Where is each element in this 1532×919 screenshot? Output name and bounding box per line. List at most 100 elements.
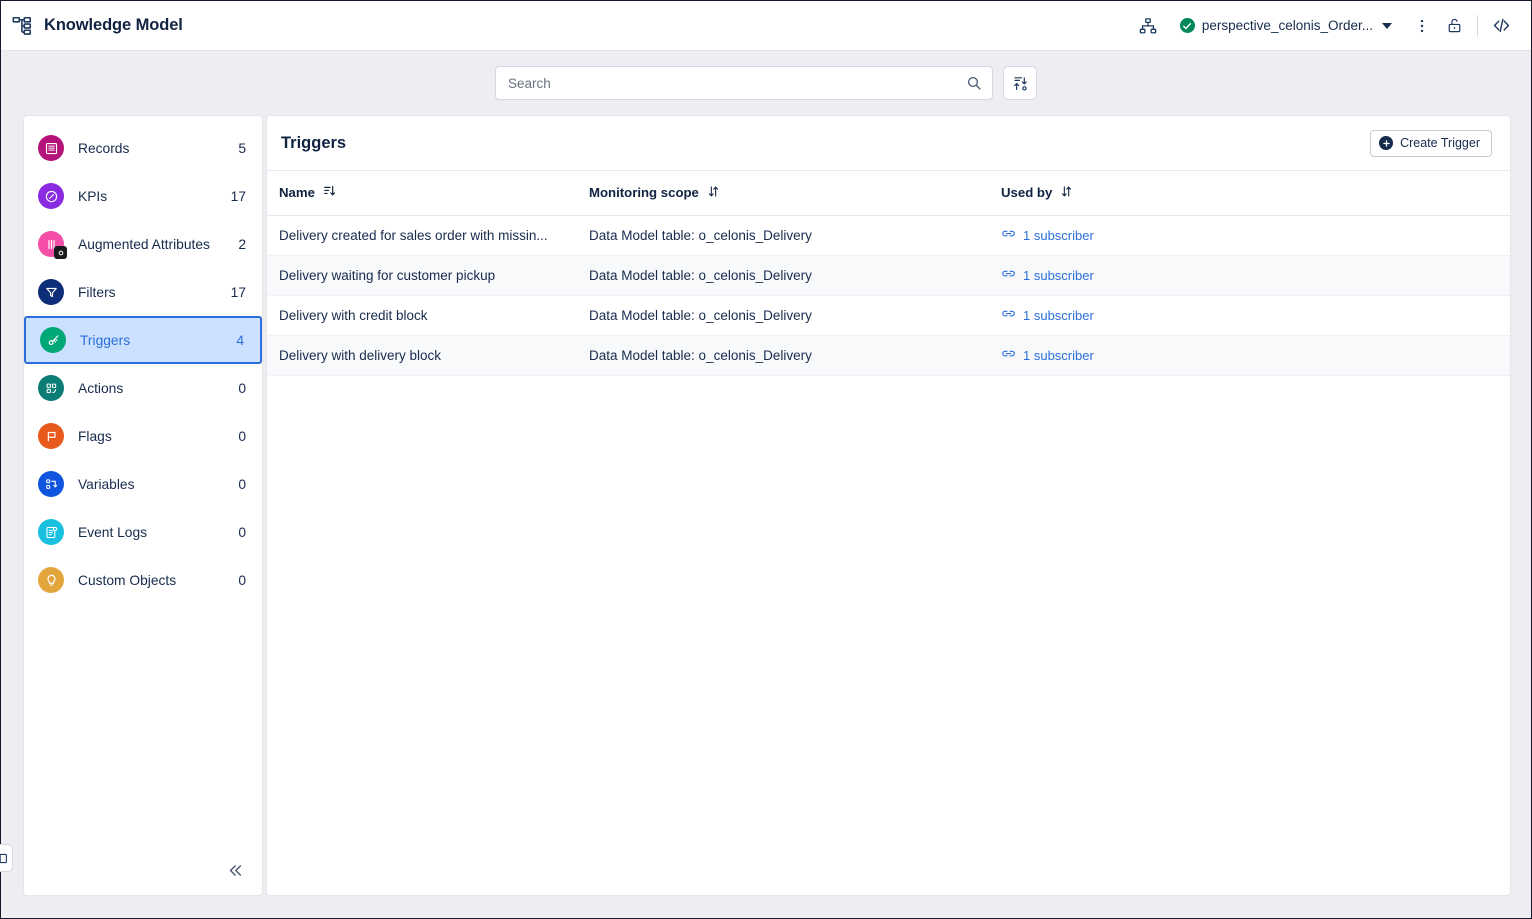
trigger-icon bbox=[40, 327, 66, 353]
link-icon bbox=[1001, 306, 1016, 324]
trigger-name: Delivery waiting for customer pickup bbox=[279, 267, 496, 283]
column-header-name[interactable]: Name bbox=[267, 171, 589, 216]
kpi-icon bbox=[38, 183, 64, 209]
application-window: Knowledge Model perspective_celonis_Orde… bbox=[0, 0, 1532, 919]
sidebar-item-augmented-attributes[interactable]: Augmented Attributes 2 bbox=[24, 220, 262, 268]
sidebar-item-count: 17 bbox=[230, 188, 246, 204]
body-area: Records 5 KPIs 17 Augmented Attributes 2… bbox=[1, 115, 1531, 918]
sidebar-item-label: Filters bbox=[78, 284, 116, 300]
link-icon bbox=[1001, 346, 1016, 364]
chevron-double-left-icon[interactable] bbox=[222, 857, 248, 883]
sidebar-item-event-logs[interactable]: Event Logs 0 bbox=[24, 508, 262, 556]
sidebar-item-count: 0 bbox=[238, 428, 246, 444]
column-header-label: Used by bbox=[1001, 185, 1053, 201]
used-by-label: 1 subscriber bbox=[1023, 347, 1094, 363]
lightbulb-icon bbox=[38, 567, 64, 593]
sidebar-item-filters[interactable]: Filters 17 bbox=[24, 268, 262, 316]
used-by-link[interactable]: 1 subscriber bbox=[1001, 306, 1510, 324]
sidebar-item-label: Variables bbox=[78, 476, 135, 492]
used-by-label: 1 subscriber bbox=[1023, 307, 1094, 323]
sidebar-item-kpis[interactable]: KPIs 17 bbox=[24, 172, 262, 220]
sidebar-item-count: 4 bbox=[236, 332, 244, 348]
perspective-label: perspective_celonis_Order... bbox=[1201, 18, 1373, 33]
trigger-name: Delivery created for sales order with mi… bbox=[279, 227, 548, 243]
unlock-icon[interactable] bbox=[1438, 10, 1470, 42]
table-row[interactable]: Delivery with delivery block Data Model … bbox=[267, 335, 1510, 376]
sidebar-item-count: 0 bbox=[238, 476, 246, 492]
content-header: Triggers Create Trigger bbox=[267, 116, 1510, 171]
top-bar-right: perspective_celonis_Order... bbox=[1132, 10, 1517, 42]
code-brackets-icon[interactable] bbox=[1485, 10, 1517, 42]
trigger-name: Delivery with credit block bbox=[279, 307, 428, 323]
check-circle-icon bbox=[1179, 18, 1195, 33]
monitoring-scope: Data Model table: o_celonis_Delivery bbox=[589, 295, 1001, 336]
plus-circle-icon bbox=[1379, 136, 1394, 150]
sidebar-item-count: 2 bbox=[238, 236, 246, 252]
triggers-table: Name Monitoring scope Used by Delivery c… bbox=[267, 171, 1510, 376]
kebab-menu-icon[interactable] bbox=[1406, 10, 1438, 42]
column-header-used-by[interactable]: Used by bbox=[1001, 171, 1510, 216]
used-by-label: 1 subscriber bbox=[1023, 227, 1094, 243]
sidebar-item-custom-objects[interactable]: Custom Objects 0 bbox=[24, 556, 262, 604]
sort-arrows-icon[interactable] bbox=[1003, 66, 1037, 100]
sidebar-item-label: KPIs bbox=[78, 188, 108, 204]
sidebar-item-label: Triggers bbox=[80, 332, 131, 348]
search-input[interactable] bbox=[508, 75, 966, 91]
used-by-link[interactable]: 1 subscriber bbox=[1001, 266, 1510, 284]
panel-toggle-icon[interactable] bbox=[0, 844, 13, 872]
search-row bbox=[1, 51, 1531, 115]
org-chart-icon[interactable] bbox=[1132, 10, 1164, 42]
sidebar-item-records[interactable]: Records 5 bbox=[24, 124, 262, 172]
sidebar-item-label: Flags bbox=[78, 428, 112, 444]
sidebar-item-count: 0 bbox=[238, 380, 246, 396]
search-box[interactable] bbox=[495, 66, 993, 100]
table-body: Delivery created for sales order with mi… bbox=[267, 215, 1510, 376]
trigger-name: Delivery with delivery block bbox=[279, 347, 442, 363]
chevron-down-icon bbox=[1382, 22, 1392, 29]
column-header-label: Monitoring scope bbox=[589, 185, 699, 201]
filter-icon bbox=[38, 279, 64, 305]
table-row[interactable]: Delivery with credit block Data Model ta… bbox=[267, 295, 1510, 336]
sidebar-item-actions[interactable]: Actions 0 bbox=[24, 364, 262, 412]
link-icon bbox=[1001, 266, 1016, 284]
search-icon[interactable] bbox=[966, 75, 982, 91]
sidebar-item-label: Records bbox=[78, 140, 130, 156]
augmented-icon bbox=[38, 231, 67, 259]
variables-icon bbox=[38, 471, 64, 497]
top-bar-left: Knowledge Model bbox=[9, 13, 183, 39]
sort-descending-icon[interactable] bbox=[323, 184, 337, 201]
monitoring-scope: Data Model table: o_celonis_Delivery bbox=[589, 335, 1001, 376]
create-trigger-label: Create Trigger bbox=[1400, 136, 1480, 150]
sidebar-item-count: 0 bbox=[238, 572, 246, 588]
sidebar-item-label: Augmented Attributes bbox=[78, 236, 210, 252]
event-logs-icon bbox=[38, 519, 64, 545]
used-by-link[interactable]: 1 subscriber bbox=[1001, 226, 1510, 244]
column-header-monitoring-scope[interactable]: Monitoring scope bbox=[589, 171, 1001, 216]
sidebar-item-label: Actions bbox=[78, 380, 124, 396]
sidebar-item-label: Custom Objects bbox=[78, 572, 177, 588]
sidebar-item-count: 17 bbox=[230, 284, 246, 300]
table-header-row: Name Monitoring scope Used by bbox=[267, 171, 1510, 216]
sidebar-item-count: 0 bbox=[238, 524, 246, 540]
monitoring-scope: Data Model table: o_celonis_Delivery bbox=[589, 215, 1001, 256]
sidebar-item-triggers[interactable]: Triggers 4 bbox=[24, 316, 262, 364]
actions-icon bbox=[38, 375, 64, 401]
sidebar-item-flags[interactable]: Flags 0 bbox=[24, 412, 262, 460]
used-by-label: 1 subscriber bbox=[1023, 267, 1094, 283]
sort-updown-icon[interactable] bbox=[707, 185, 720, 201]
create-trigger-button[interactable]: Create Trigger bbox=[1370, 129, 1492, 157]
used-by-link[interactable]: 1 subscriber bbox=[1001, 346, 1510, 364]
table-row[interactable]: Delivery waiting for customer pickup Dat… bbox=[267, 255, 1510, 296]
sidebar: Records 5 KPIs 17 Augmented Attributes 2… bbox=[23, 115, 263, 896]
sidebar-item-variables[interactable]: Variables 0 bbox=[24, 460, 262, 508]
table-row[interactable]: Delivery created for sales order with mi… bbox=[267, 215, 1510, 256]
content-panel: Triggers Create Trigger Name Monitoring … bbox=[266, 115, 1511, 896]
link-icon bbox=[1001, 226, 1016, 244]
page-title: Knowledge Model bbox=[44, 16, 183, 34]
sidebar-item-count: 5 bbox=[238, 140, 246, 156]
sidebar-item-label: Event Logs bbox=[78, 524, 148, 540]
perspective-selector[interactable]: perspective_celonis_Order... bbox=[1176, 14, 1396, 37]
monitoring-scope: Data Model table: o_celonis_Delivery bbox=[589, 255, 1001, 296]
sort-updown-icon[interactable] bbox=[1060, 185, 1073, 201]
hierarchy-icon bbox=[9, 13, 35, 39]
